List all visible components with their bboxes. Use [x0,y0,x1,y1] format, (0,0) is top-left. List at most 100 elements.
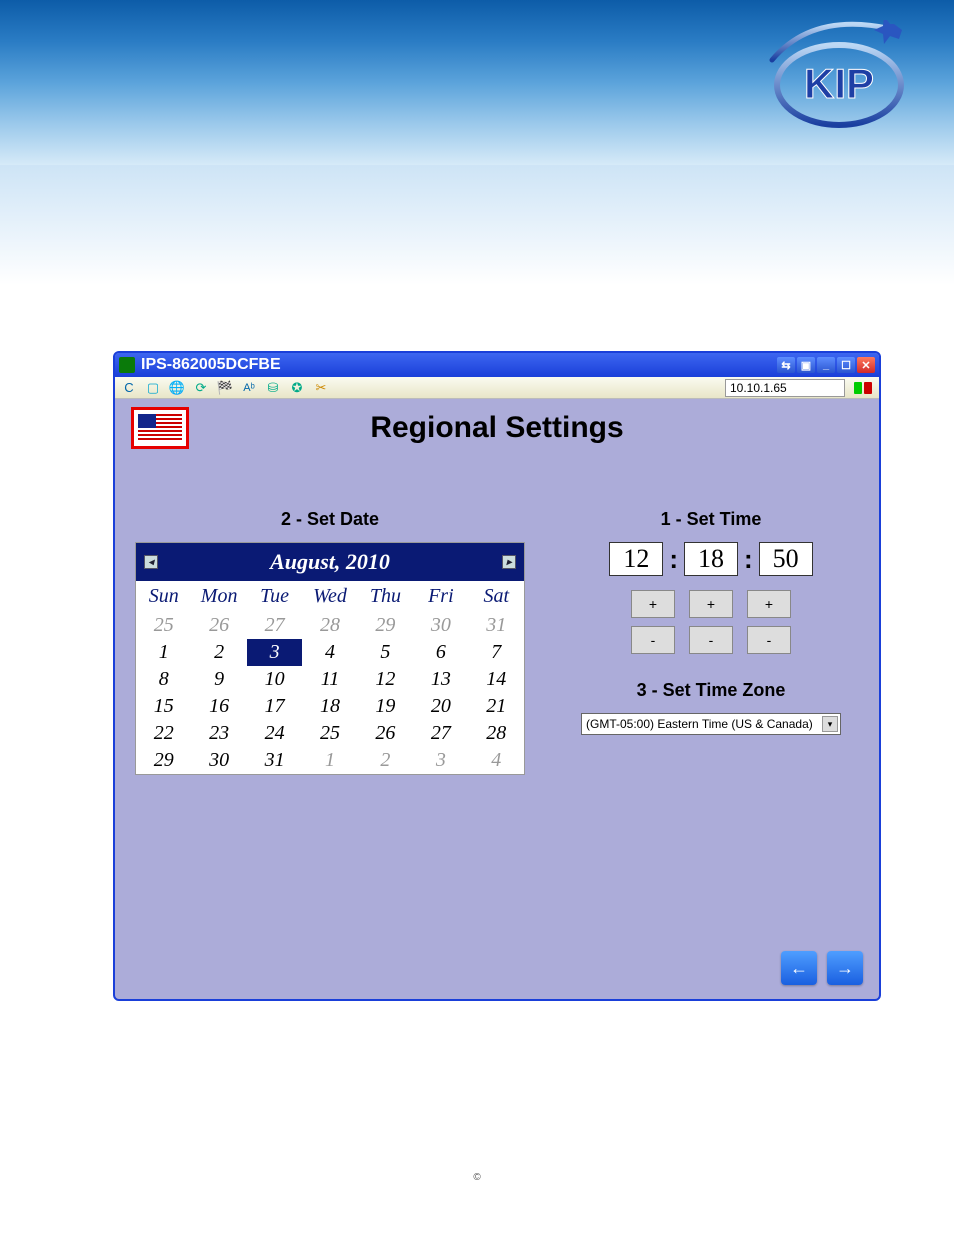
calendar-day[interactable]: 5 [358,639,413,666]
nav-back-button[interactable]: ← [781,951,817,985]
calendar-dow: Fri [413,581,468,612]
calendar-day[interactable]: 25 [136,612,191,639]
calendar-day[interactable]: 31 [469,612,524,639]
calendar-day[interactable]: 4 [469,747,524,774]
calendar-month-label: August, 2010 [270,549,390,575]
calendar-dow: Tue [247,581,302,612]
hours-minus-button[interactable]: - [631,626,675,654]
tool-text-icon[interactable]: Aᵇ [239,379,259,397]
window-title: IPS-862005DCFBE [141,356,775,374]
time-seconds-field[interactable]: 50 [759,542,813,576]
minutes-minus-button[interactable]: - [689,626,733,654]
calendar-day[interactable]: 27 [413,720,468,747]
footer-copyright: © [0,1172,954,1183]
nav-forward-button[interactable]: → [827,951,863,985]
calendar-day[interactable]: 16 [191,693,246,720]
locale-flag-button[interactable] [131,407,189,449]
calendar-dow: Wed [302,581,357,612]
calendar-prev-button[interactable]: ◂ [144,555,158,569]
tool-globe-icon[interactable]: 🌐 [167,379,187,397]
calendar-day[interactable]: 22 [136,720,191,747]
minutes-plus-button[interactable]: + [689,590,733,618]
tool-drive-icon[interactable]: ⛁ [263,379,283,397]
calendar-day[interactable]: 26 [191,612,246,639]
calendar-dow: Mon [191,581,246,612]
calendar-day[interactable]: 13 [413,666,468,693]
calendar-day[interactable]: 20 [413,693,468,720]
tool-flag-icon[interactable]: 🏁 [215,379,235,397]
calendar-day[interactable]: 2 [191,639,246,666]
calendar-day[interactable]: 7 [469,639,524,666]
time-hours-field[interactable]: 12 [609,542,663,576]
calendar-day[interactable]: 1 [136,639,191,666]
window-minimize-icon[interactable]: _ [817,357,835,373]
calendar-day[interactable]: 8 [136,666,191,693]
calendar-header: ◂ August, 2010 ▸ [136,543,524,581]
toolbar: C ▢ 🌐 ⟳ 🏁 Aᵇ ⛁ ✪ ✂ 10.10.1.65 [115,377,879,399]
calendar-day[interactable]: 23 [191,720,246,747]
tool-shape-icon[interactable]: ✂ [311,379,331,397]
calendar-day[interactable]: 18 [302,693,357,720]
calendar-day[interactable]: 14 [469,666,524,693]
ip-address-field[interactable]: 10.10.1.65 [725,379,845,397]
calendar-day[interactable]: 29 [358,612,413,639]
titlebar: IPS-862005DCFBE ⇆ ▣ _ ☐ ✕ [115,353,879,377]
time-minutes-field[interactable]: 18 [684,542,738,576]
calendar-day[interactable]: 28 [469,720,524,747]
calendar-day[interactable]: 30 [413,612,468,639]
window-restore2-icon[interactable]: ▣ [797,357,815,373]
calendar-next-button[interactable]: ▸ [502,555,516,569]
calendar-day[interactable]: 27 [247,612,302,639]
calendar-day[interactable]: 10 [247,666,302,693]
set-tz-label: 3 - Set Time Zone [563,680,859,701]
tool-doc-icon[interactable]: ▢ [143,379,163,397]
calendar-dow: Thu [358,581,413,612]
calendar-day[interactable]: 9 [191,666,246,693]
tool-cad-icon[interactable]: C [119,379,139,397]
seconds-plus-button[interactable]: + [747,590,791,618]
chevron-down-icon: ▾ [822,716,838,732]
calendar-day[interactable]: 12 [358,666,413,693]
kip-logo: KIP [754,20,924,135]
set-time-label: 1 - Set Time [563,509,859,530]
calendar-day[interactable]: 2 [358,747,413,774]
calendar-day[interactable]: 6 [413,639,468,666]
client-area: Regional Settings 2 - Set Date ◂ August,… [115,399,879,999]
set-date-label: 2 - Set Date [135,509,525,530]
calendar-day[interactable]: 3 [247,639,302,666]
app-icon [119,357,135,373]
calendar-day[interactable]: 31 [247,747,302,774]
us-flag-icon [138,414,182,442]
calendar-day[interactable]: 24 [247,720,302,747]
calendar-day[interactable]: 3 [413,747,468,774]
calendar-day[interactable]: 4 [302,639,357,666]
calendar-day[interactable]: 19 [358,693,413,720]
timezone-select[interactable]: (GMT-05:00) Eastern Time (US & Canada) ▾ [581,713,841,735]
timezone-selected-value: (GMT-05:00) Eastern Time (US & Canada) [586,717,813,731]
document-header-band: KIP [0,0,954,165]
calendar-day[interactable]: 26 [358,720,413,747]
page-title: Regional Settings [123,411,871,445]
tool-gear-icon[interactable]: ✪ [287,379,307,397]
hours-plus-button[interactable]: + [631,590,675,618]
calendar-day[interactable]: 25 [302,720,357,747]
calendar-day[interactable]: 21 [469,693,524,720]
calendar-day[interactable]: 30 [191,747,246,774]
window-close-icon[interactable]: ✕ [857,357,875,373]
time-colon: : [669,544,678,575]
seconds-minus-button[interactable]: - [747,626,791,654]
window-maximize-icon[interactable]: ☐ [837,357,855,373]
time-colon: : [744,544,753,575]
calendar-day[interactable]: 15 [136,693,191,720]
svg-text:KIP: KIP [804,60,874,107]
connection-status-icon [851,379,875,397]
calendar-day[interactable]: 28 [302,612,357,639]
app-window: IPS-862005DCFBE ⇆ ▣ _ ☐ ✕ C ▢ 🌐 ⟳ 🏁 Aᵇ ⛁… [113,351,881,1001]
calendar-day[interactable]: 29 [136,747,191,774]
calendar-day[interactable]: 11 [302,666,357,693]
calendar-day[interactable]: 17 [247,693,302,720]
tool-refresh-icon[interactable]: ⟳ [191,379,211,397]
calendar-day[interactable]: 1 [302,747,357,774]
calendar: ◂ August, 2010 ▸ SunMonTueWedThuFriSat25… [135,542,525,775]
window-swap-icon[interactable]: ⇆ [777,357,795,373]
